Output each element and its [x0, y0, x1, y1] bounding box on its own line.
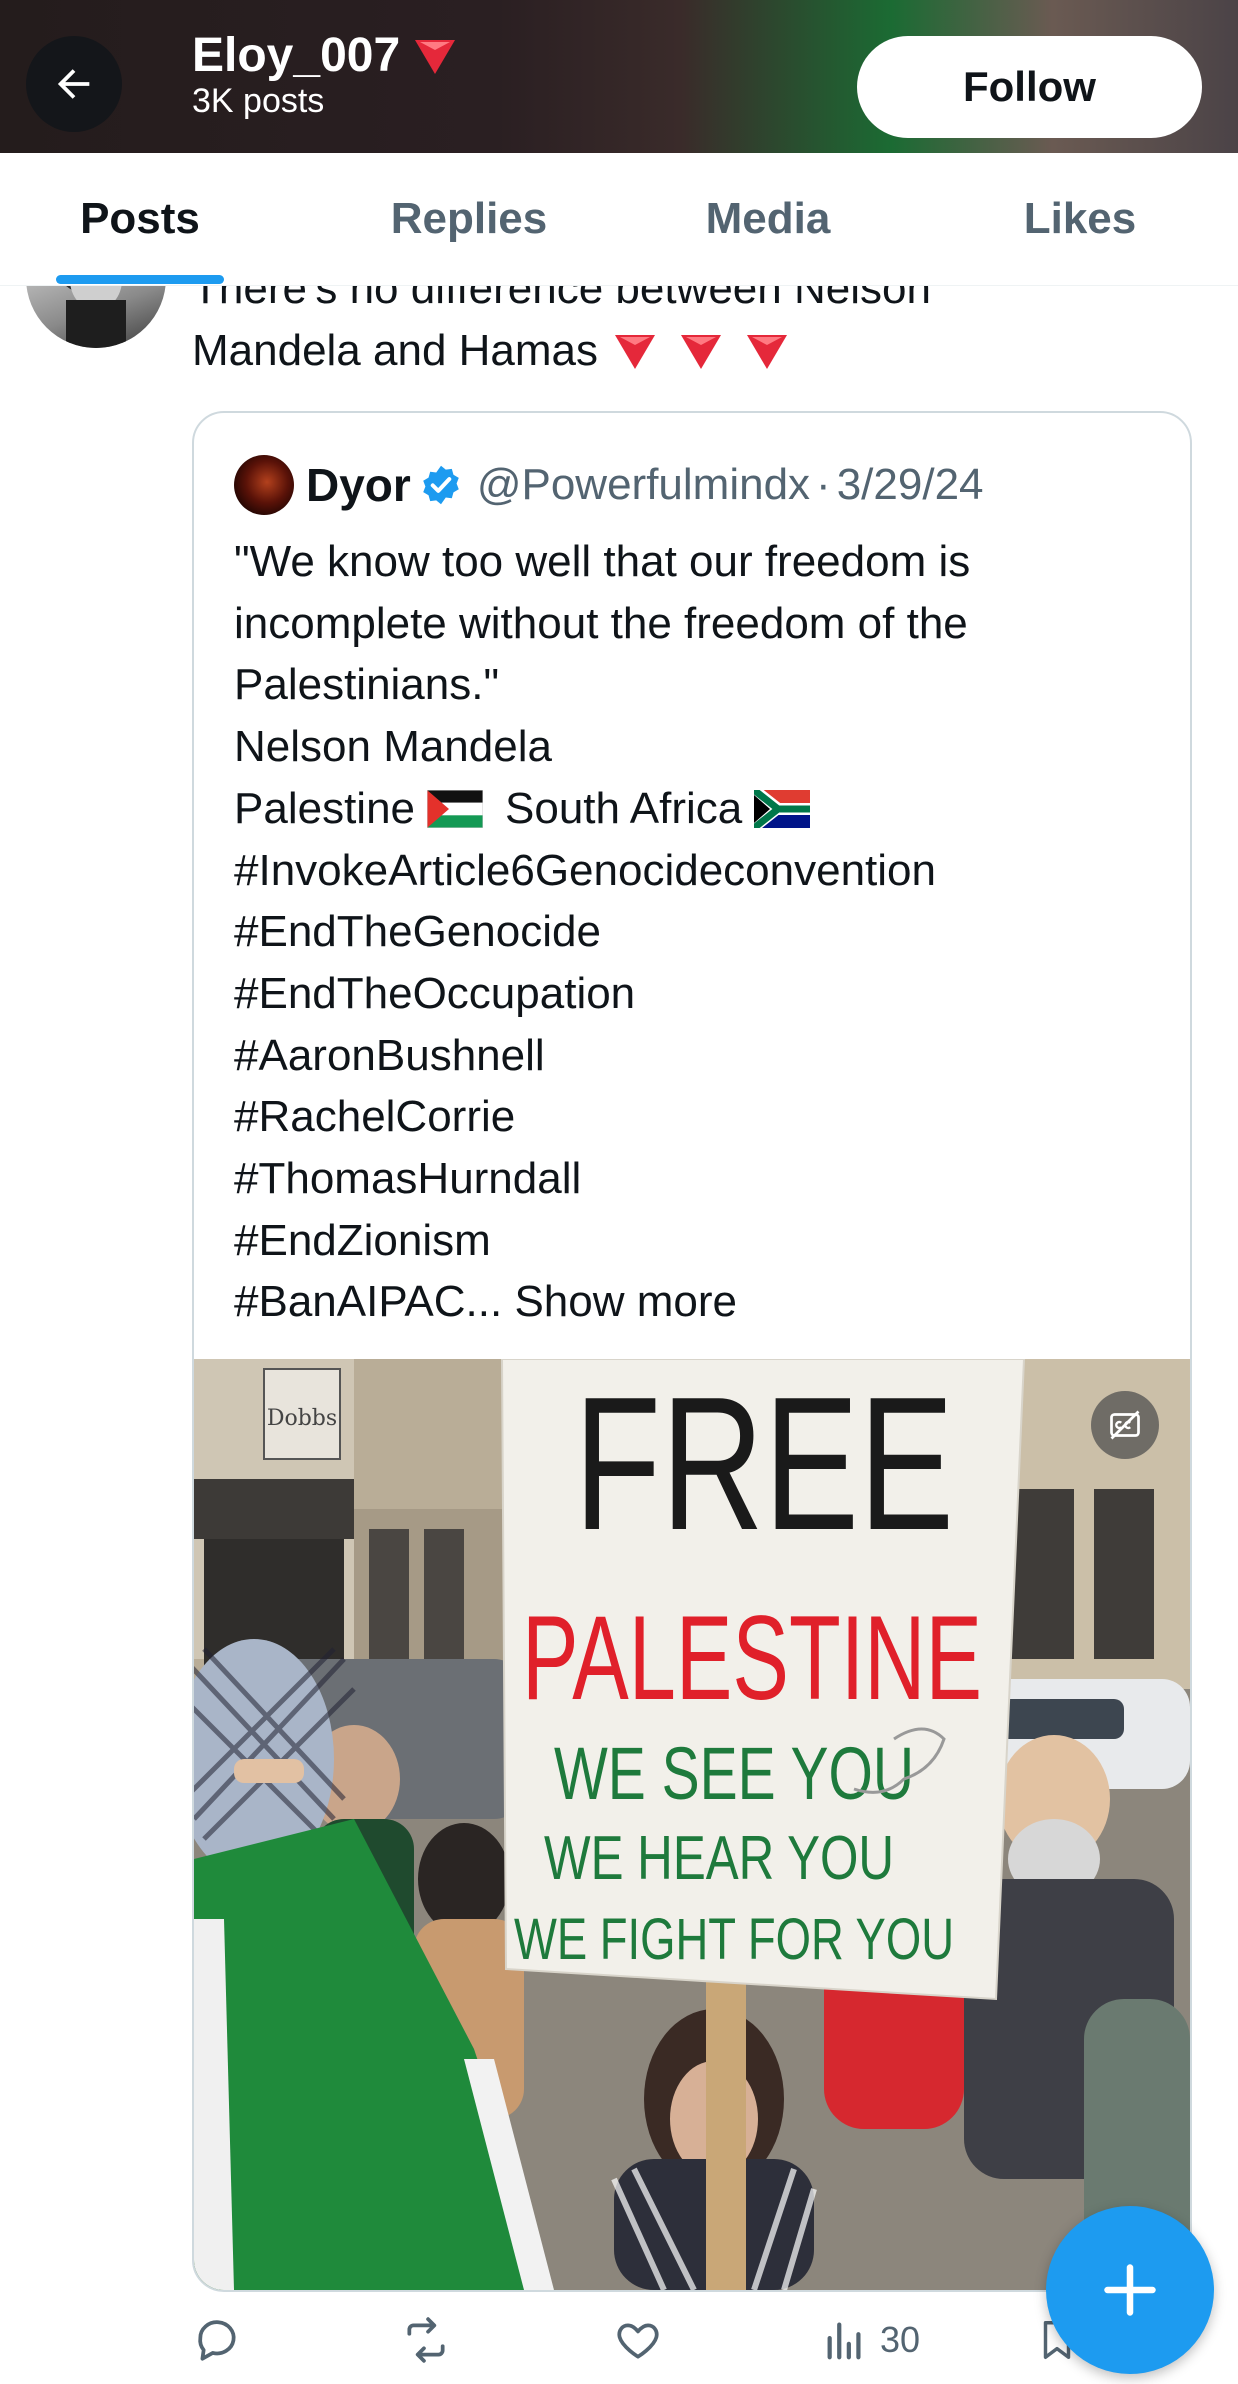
post-actions: 30 — [192, 2310, 1192, 2370]
quoted-avatar[interactable] — [234, 455, 294, 515]
quoted-separator: · — [816, 460, 831, 509]
profile-tabs: Posts Replies Media Likes — [0, 153, 1238, 286]
plus-icon — [1104, 2264, 1156, 2316]
hashtag[interactable]: #EndTheOccupation — [234, 963, 1154, 1025]
hashtag[interactable]: #ThomasHurndall — [234, 1148, 1154, 1210]
views-button[interactable]: 30 — [822, 2310, 920, 2370]
reply-icon — [198, 2320, 236, 2361]
profile-display-name: Eloy_007 — [192, 29, 401, 82]
verified-badge-icon — [423, 465, 459, 505]
quoted-author-handle[interactable]: @Powerfulmindx — [477, 460, 810, 510]
tab-replies[interactable]: Replies — [364, 153, 574, 285]
back-button[interactable] — [26, 36, 122, 132]
active-tab-indicator — [56, 275, 224, 284]
quote-line: Palestinians." — [234, 660, 500, 710]
sign-text-we-see-you: WE SEE YOU — [554, 1732, 914, 1815]
reply-button[interactable] — [192, 2310, 242, 2370]
repost-icon — [407, 2317, 445, 2363]
like-button[interactable] — [612, 2310, 664, 2370]
quoted-post-text: "We know too well that our freedom is in… — [234, 531, 1154, 1333]
quoted-media-image[interactable]: Dobbs FREE PALESTINE WE SEE YOU WE HEAR … — [194, 1359, 1190, 2290]
hashtag[interactable]: #BanAIPAC... — [234, 1277, 502, 1326]
captions-off-icon — [1110, 1410, 1140, 1440]
hashtag[interactable]: #AaronBushnell — [234, 1025, 1154, 1087]
hashtag[interactable]: #EndTheGenocide — [234, 901, 1154, 963]
profile-post-count: 3K posts — [192, 82, 325, 120]
post-text-line: Mandela and Hamas — [192, 326, 599, 375]
show-more-link[interactable]: Show more — [514, 1277, 737, 1326]
flag-line: Palestine South Africa — [234, 778, 1154, 840]
quote-line: Nelson Mandela — [234, 722, 552, 772]
hashtag[interactable]: #RachelCorrie — [234, 1086, 1154, 1148]
protest-photo: Dobbs FREE PALESTINE WE SEE YOU WE HEAR … — [194, 1359, 1190, 2290]
tab-media[interactable]: Media — [668, 153, 868, 285]
quote-line: "We know too well that our freedom is — [234, 537, 971, 586]
analytics-icon — [827, 2322, 861, 2360]
tab-likes[interactable]: Likes — [990, 153, 1170, 285]
compose-post-button[interactable] — [1046, 2206, 1214, 2374]
quoted-post-header: Dyor @Powerfulmindx · 3/29/24 — [234, 453, 984, 517]
red-triangle-down-icon — [747, 335, 788, 369]
red-triangle-down-icon — [681, 335, 722, 369]
red-triangle-down-icon — [415, 39, 456, 74]
tab-posts[interactable]: Posts — [40, 153, 240, 285]
storefront-sign-text: Dobbs — [267, 1406, 337, 1431]
flag-line-right-text: South Africa — [505, 783, 743, 833]
quoted-author-name[interactable]: Dyor — [306, 458, 411, 512]
arrow-left-icon — [57, 69, 90, 99]
south-africa-flag-icon — [754, 789, 811, 828]
red-triangle-down-icon — [615, 335, 656, 369]
heart-icon — [617, 2323, 659, 2359]
palestine-flag-icon — [427, 789, 484, 828]
sign-text-we-hear-you: WE HEAR YOU — [544, 1824, 894, 1893]
follow-button[interactable]: Follow — [857, 36, 1202, 138]
repost-button[interactable] — [398, 2310, 454, 2370]
sign-text-palestine: PALESTINE — [522, 1591, 982, 1725]
hashtag[interactable]: #InvokeArticle6Genocideconvention — [234, 840, 1154, 902]
captions-button[interactable] — [1091, 1391, 1159, 1459]
sign-text-we-fight-for-you: WE FIGHT FOR YOU — [514, 1907, 954, 1972]
quoted-post[interactable]: Dyor @Powerfulmindx · 3/29/24 "We know t… — [192, 411, 1192, 2292]
quoted-date[interactable]: 3/29/24 — [837, 460, 984, 510]
profile-header: Eloy_007 3K posts Follow — [0, 0, 1238, 153]
quote-line: incomplete without the freedom of the — [234, 598, 968, 648]
views-count: 30 — [880, 2319, 921, 2360]
flag-line-left-text: Palestine — [234, 783, 416, 833]
sign-text-free: FREE — [574, 1359, 954, 1570]
hashtag[interactable]: #EndZionism — [234, 1210, 1154, 1272]
